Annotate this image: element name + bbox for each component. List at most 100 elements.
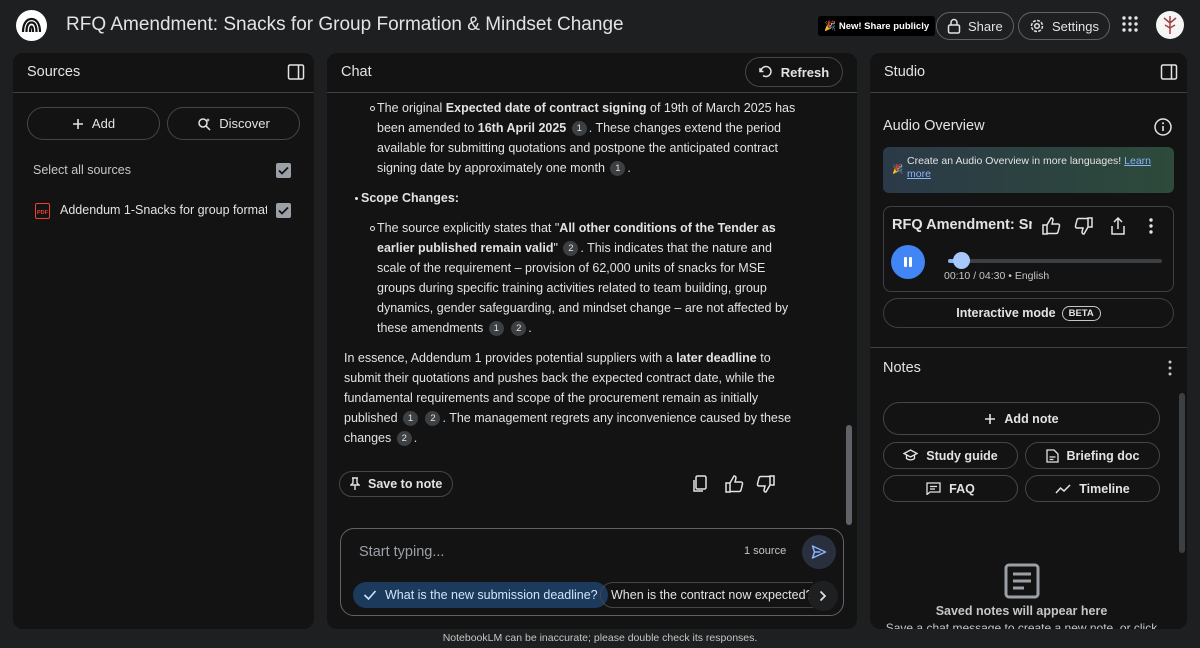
studio-panel: Studio Audio Overview 🎉 Create an Audio … (870, 53, 1187, 629)
sources-title: Sources (27, 64, 81, 80)
suggestions-next-button[interactable] (808, 581, 838, 611)
message-line: groups during specific training activiti… (377, 281, 767, 295)
faq-label: FAQ (949, 481, 975, 496)
citation-badge[interactable]: 2 (511, 321, 527, 337)
citation-badge[interactable]: 2 (563, 241, 579, 257)
message-line: changes 2. (344, 431, 418, 447)
study-guide-icon (903, 449, 919, 462)
copy-icon[interactable] (689, 473, 711, 495)
citation-badge[interactable]: 1 (403, 411, 418, 427)
message-line: signing date by approximately one month … (377, 161, 631, 177)
message-line: these amendments 1 2. (377, 321, 532, 337)
suggestion-label: When is the contract now expected? (611, 588, 813, 602)
audio-overview-title: Audio Overview (883, 118, 985, 134)
faq-button[interactable]: FAQ (883, 475, 1018, 502)
study-guide-button[interactable]: Study guide (883, 442, 1018, 469)
gear-icon (1029, 18, 1045, 34)
source-name: Addendum 1-Snacks for group formation (60, 203, 267, 217)
interactive-mode-button[interactable]: Interactive mode BETA (883, 298, 1174, 328)
beta-badge: BETA (1061, 305, 1101, 321)
new-share-badge[interactable]: 🎉 New! Share publicly (818, 16, 936, 36)
message-line: earlier published remain valid" 2. This … (377, 241, 772, 257)
send-button[interactable] (802, 535, 836, 569)
message-line: submit their quotations and pushes back … (344, 371, 775, 385)
more-vert-icon[interactable] (1162, 358, 1178, 378)
message-line: been amended to 16th April 2025 1. These… (377, 121, 782, 137)
study-guide-label: Study guide (926, 448, 998, 463)
notebook-logo-icon[interactable] (16, 10, 47, 41)
share-label: Share (968, 18, 1003, 34)
info-icon[interactable] (1153, 117, 1173, 137)
suggestion-chip[interactable]: When is the contract now expected? (600, 582, 813, 608)
notes-title: Notes (883, 360, 921, 376)
pause-button[interactable] (891, 245, 925, 279)
add-label: Add (91, 116, 116, 131)
citation-badge[interactable]: 1 (488, 321, 504, 337)
citation-badge[interactable]: 2 (396, 431, 412, 447)
plus-icon (72, 118, 84, 130)
thumbs-down-icon[interactable] (755, 473, 777, 495)
chat-message: The original Expected date of contract s… (327, 94, 857, 518)
add-note-button[interactable]: Add note (883, 402, 1160, 435)
discover-button[interactable]: Discover (167, 107, 300, 140)
audio-progress-thumb[interactable] (952, 252, 970, 269)
share-icon[interactable] (1107, 215, 1129, 237)
discover-icon (197, 117, 211, 131)
select-all-checkbox[interactable] (276, 163, 291, 178)
settings-button[interactable]: Settings (1018, 12, 1110, 40)
banner-text: Create an Audio Overview in more languag… (907, 155, 1122, 167)
sources-panel: Sources Add Discover Select all sources … (13, 53, 314, 629)
plus-icon (984, 413, 996, 425)
timeline-icon (1055, 483, 1071, 495)
pin-icon (350, 477, 360, 491)
briefing-doc-label: Briefing doc (1066, 448, 1140, 463)
message-line: fundamental requirements and scope of th… (344, 391, 759, 405)
source-checkbox[interactable] (276, 203, 291, 218)
panel-toggle-icon[interactable] (287, 63, 307, 83)
panel-toggle-icon[interactable] (1160, 63, 1180, 83)
thumbs-up-icon[interactable] (1040, 215, 1062, 237)
lock-icon (947, 18, 961, 34)
message-line: In essence, Addendum 1 provides potentia… (344, 351, 771, 365)
citation-badge[interactable]: 2 (425, 411, 441, 427)
citation-badge[interactable]: 1 (610, 161, 626, 177)
citation-badge[interactable]: 1 (571, 121, 587, 137)
notes-scrollbar[interactable] (1179, 393, 1185, 553)
chat-input[interactable] (359, 541, 719, 563)
note-icon (1003, 562, 1041, 600)
sources-header: Sources (13, 53, 314, 93)
suggestion-chip[interactable]: What is the new submission deadline? (353, 582, 608, 608)
message-line: available for submitting quotations and … (377, 141, 778, 155)
language-banner: 🎉 Create an Audio Overview in more langu… (883, 147, 1174, 193)
check-icon (363, 589, 377, 601)
avatar[interactable] (1156, 11, 1184, 39)
thumbs-down-icon[interactable] (1073, 215, 1095, 237)
share-button[interactable]: Share (936, 12, 1014, 40)
briefing-doc-button[interactable]: Briefing doc (1025, 442, 1160, 469)
apps-grid-icon[interactable] (1120, 14, 1140, 34)
more-vert-icon[interactable] (1140, 215, 1162, 237)
chat-input-box: 1 source What is the new submission dead… (340, 528, 844, 616)
notes-empty-subtitle: Save a chat message to create a new note… (885, 621, 1158, 629)
refresh-button[interactable]: Refresh (745, 57, 843, 87)
bullet (355, 197, 358, 200)
chat-scrollbar[interactable] (846, 425, 852, 525)
add-source-button[interactable]: Add (27, 107, 160, 140)
learn-more-link[interactable]: Learn (1124, 155, 1151, 167)
save-to-note-label: Save to note (368, 477, 443, 491)
audio-progress-track[interactable] (948, 259, 1162, 263)
source-item[interactable]: PDF Addendum 1-Snacks for group formatio… (33, 201, 299, 223)
pause-icon (902, 256, 914, 268)
add-note-label: Add note (1004, 411, 1059, 426)
notes-empty-title: Saved notes will appear here (935, 604, 1108, 618)
app-header: RFQ Amendment: Snacks for Group Formatio… (0, 0, 1200, 52)
suggestion-label: What is the new submission deadline? (385, 588, 598, 602)
message-line: scale of the requirement – provision of … (377, 261, 766, 275)
settings-label: Settings (1052, 18, 1099, 34)
save-to-note-button[interactable]: Save to note (339, 471, 454, 497)
thumbs-up-icon[interactable] (723, 473, 745, 495)
timeline-button[interactable]: Timeline (1025, 475, 1160, 502)
chat-header: Chat Refresh (327, 53, 857, 93)
select-all-label: Select all sources (33, 163, 131, 177)
learn-more-link[interactable]: more (907, 168, 931, 180)
